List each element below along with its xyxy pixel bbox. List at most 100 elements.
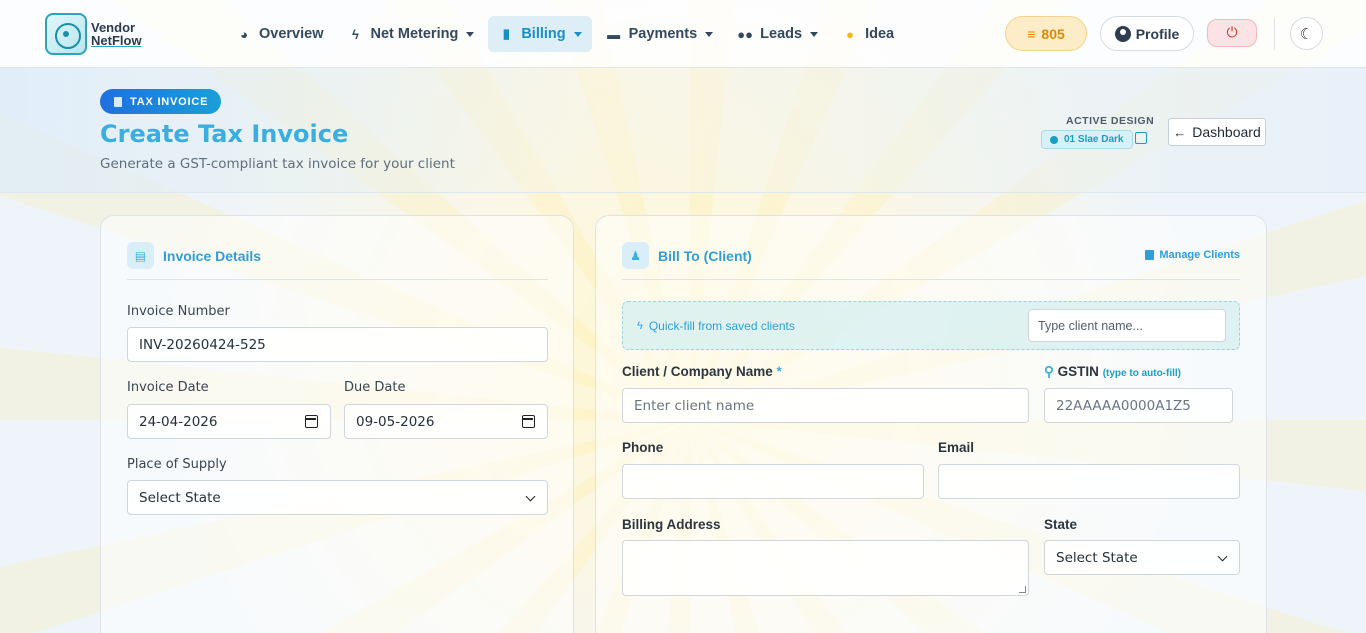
nav-item-idea[interactable]: ● Idea	[832, 16, 904, 52]
caret-down-icon	[573, 31, 582, 37]
logo[interactable]: Vendor NetFlow	[45, 13, 142, 55]
search-icon: ⚲	[1044, 364, 1054, 379]
nav-item-label: Leads	[760, 26, 803, 42]
user-circle-icon	[1114, 25, 1131, 42]
invoice-date-input[interactable]: 24-04-2026	[127, 404, 331, 439]
gstin-label: ⚲ GSTIN (type to auto-fill)	[1044, 364, 1181, 380]
caret-down-icon	[466, 31, 475, 37]
client-name-input[interactable]: Enter client name	[622, 388, 1029, 423]
state-value: Select State	[1056, 549, 1138, 566]
invoice-number-input[interactable]: INV-20260424-525	[127, 327, 548, 362]
chevron-down-icon	[525, 491, 536, 502]
bill-to-card: ♟ Bill To (Client) Manage Clients ϟ Quic…	[595, 215, 1267, 633]
caret-down-icon	[705, 31, 714, 37]
active-design-label: ACTIVE DESIGN	[1066, 115, 1155, 127]
nav-item-net-metering[interactable]: ϟ Net Metering	[338, 16, 485, 52]
caret-down-icon	[810, 31, 819, 37]
coins-balance[interactable]: ≡ 805	[1005, 16, 1087, 51]
invoice-date-value: 24-04-2026	[139, 413, 218, 430]
invoice-details-card: ▤ Invoice Details Invoice Number INV-202…	[100, 215, 574, 633]
wallet-icon: ▬	[607, 26, 621, 42]
nav-item-leads[interactable]: ●● Leads	[727, 16, 828, 52]
place-of-supply-select[interactable]: Select State	[127, 480, 548, 515]
theme-toggle-button[interactable]: ☾	[1290, 17, 1323, 50]
due-date-value: 09-05-2026	[356, 413, 435, 430]
manage-clients-link[interactable]: Manage Clients	[1145, 249, 1240, 261]
arrow-left-icon: ←	[1173, 124, 1187, 140]
bill-to-header: ♟ Bill To (Client)	[622, 242, 752, 269]
nav-item-label: Payments	[628, 26, 698, 42]
manage-clients-label: Manage Clients	[1159, 249, 1240, 261]
email-label: Email	[938, 440, 975, 455]
due-date-label: Due Date	[344, 380, 406, 395]
nav-divider	[1274, 18, 1275, 50]
due-date-input[interactable]: 09-05-2026	[344, 404, 548, 439]
nav-item-payments[interactable]: ▬ Payments	[596, 16, 724, 52]
user-icon: ♟	[622, 242, 649, 269]
receipt-icon	[114, 96, 122, 107]
users-icon: ●●	[737, 26, 754, 42]
page-tag-label: TAX INVOICE	[130, 95, 209, 108]
nav-item-label: Billing	[521, 26, 566, 42]
top-navigation: Vendor NetFlow ◕ Overview ϟ Net Metering…	[0, 0, 1366, 68]
invoice-details-header: ▤ Invoice Details	[127, 242, 261, 269]
quick-fill-label: Quick-fill from saved clients	[648, 319, 795, 333]
email-input[interactable]	[938, 464, 1240, 499]
client-name-label: Client / Company Name *	[622, 364, 782, 379]
divider	[127, 279, 548, 280]
state-select[interactable]: Select State	[1044, 540, 1240, 575]
palette-icon	[1050, 135, 1058, 144]
phone-input[interactable]	[622, 464, 924, 499]
logo-icon	[45, 13, 87, 55]
address-book-icon	[1145, 250, 1155, 260]
bill-to-title: Bill To (Client)	[658, 247, 752, 264]
nav-item-label: Net Metering	[370, 26, 459, 42]
nav-item-billing[interactable]: ▮ Billing	[488, 16, 592, 52]
calendar-icon[interactable]	[522, 415, 535, 428]
active-design-value: 01 Slae Dark	[1064, 134, 1124, 145]
page-tag-badge: TAX INVOICE	[100, 89, 222, 114]
logout-button[interactable]: ⏻	[1207, 19, 1257, 47]
quick-fill-panel: ϟ Quick-fill from saved clients Type cli…	[622, 301, 1240, 350]
document-icon: ▤	[127, 242, 154, 269]
nav-item-label: Overview	[259, 26, 324, 42]
billing-address-label: Billing Address	[622, 517, 721, 532]
nav-item-label: Idea	[865, 26, 895, 42]
nav-menu: ◕ Overview ϟ Net Metering ▮ Billing ▬ Pa…	[226, 16, 908, 52]
power-icon: ⏻	[1226, 25, 1238, 41]
dashboard-button-label: Dashboard	[1192, 124, 1261, 140]
active-design-chip[interactable]: 01 Slae Dark	[1041, 130, 1133, 149]
invoice-icon: ▮	[502, 26, 510, 41]
billing-address-textarea[interactable]	[622, 540, 1029, 596]
bolt-icon: ϟ	[637, 320, 643, 332]
coins-icon: ≡	[1027, 25, 1036, 42]
state-label: State	[1044, 517, 1078, 532]
chart-pie-icon: ◕	[240, 26, 248, 42]
place-of-supply-label: Place of Supply	[127, 457, 227, 472]
invoice-date-label: Invoice Date	[127, 380, 209, 395]
divider	[622, 279, 1240, 280]
page-title: Create Tax Invoice	[100, 120, 349, 148]
gstin-hint: (type to auto-fill)	[1102, 368, 1182, 379]
profile-label: Profile	[1135, 25, 1180, 42]
gstin-input[interactable]: 22AAAAA0000A1Z5	[1044, 388, 1233, 423]
page-subtitle: Generate a GST-compliant tax invoice for…	[100, 156, 455, 172]
logo-text-line2: NetFlow	[91, 33, 142, 48]
client-name-label-text: Client / Company Name	[622, 364, 773, 379]
phone-label: Phone	[622, 440, 664, 455]
nav-item-overview[interactable]: ◕ Overview	[226, 16, 334, 52]
quick-fill-search-input[interactable]: Type client name...	[1028, 309, 1226, 342]
gstin-label-text: GSTIN	[1057, 364, 1099, 379]
coins-value: 805	[1041, 25, 1065, 42]
dashboard-button[interactable]: ← Dashboard	[1168, 118, 1266, 146]
invoice-details-title: Invoice Details	[163, 247, 262, 264]
calendar-icon[interactable]	[305, 415, 318, 428]
moon-icon: ☾	[1299, 24, 1314, 43]
required-marker: *	[776, 364, 782, 379]
lightbulb-icon: ●	[846, 26, 854, 42]
edit-design-icon[interactable]	[1135, 132, 1147, 144]
profile-button[interactable]: Profile	[1100, 16, 1194, 51]
invoice-number-label: Invoice Number	[127, 304, 230, 319]
place-of-supply-value: Select State	[139, 489, 221, 506]
chevron-down-icon	[1217, 551, 1228, 562]
